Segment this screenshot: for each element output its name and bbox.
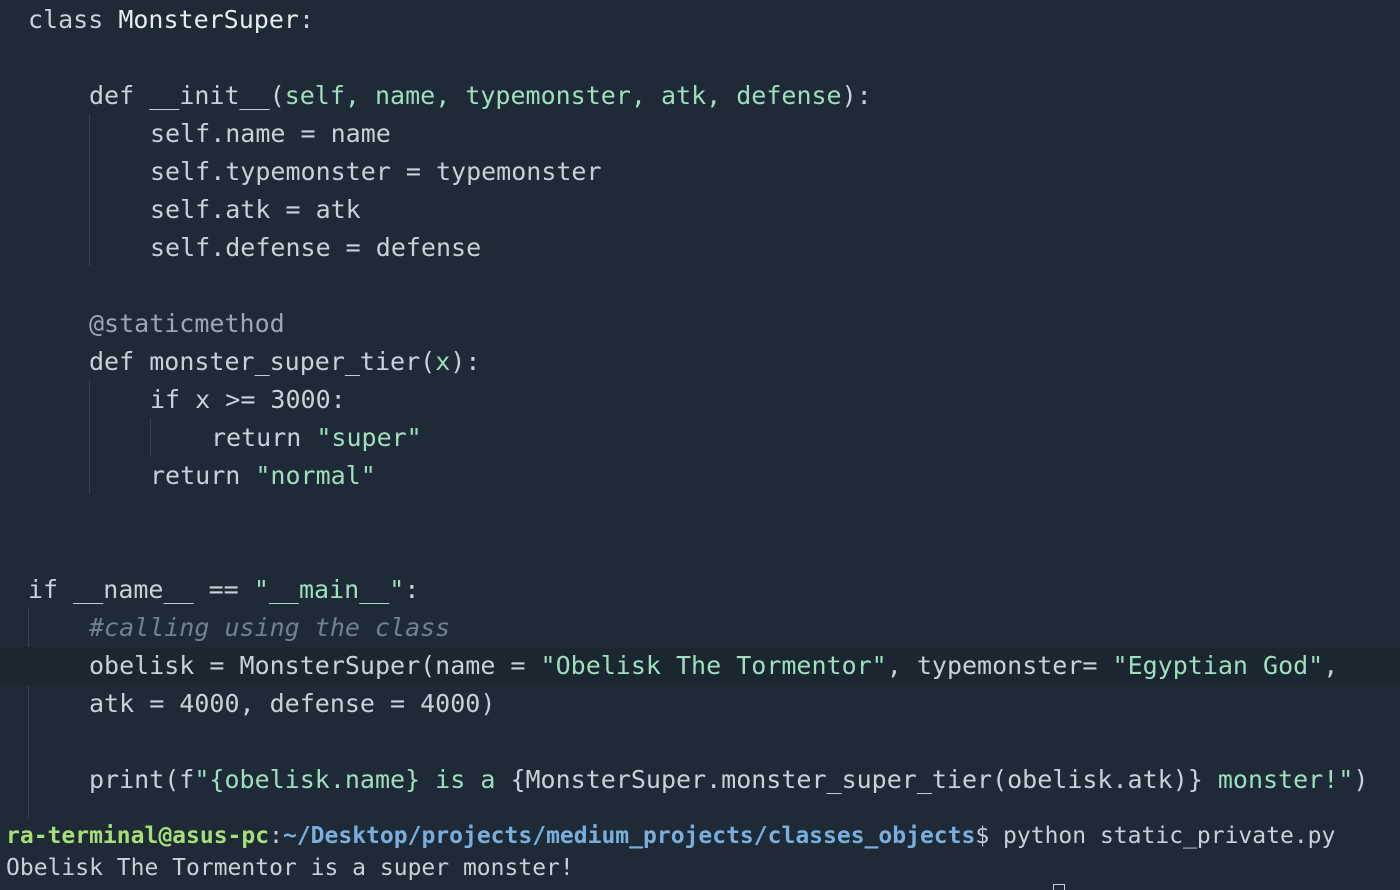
code-line-4: self.typemonster = typemonster xyxy=(150,157,602,186)
prompt-dollar: $ xyxy=(975,823,990,849)
code-line-16: print(f"{obelisk.name} is a {MonsterSupe… xyxy=(89,761,1368,799)
punctuation: : xyxy=(404,575,420,604)
string: monster!" xyxy=(1202,765,1354,794)
code-line-12: if __name__ == "__main__": xyxy=(28,571,419,609)
class-name: MonsterSuper xyxy=(118,5,299,34)
code-editor[interactable]: class MonsterSuper: def __init__(self, n… xyxy=(0,0,1400,818)
terminal-panel[interactable]: ra-terminal@asus-pc:~/Desktop/projects/m… xyxy=(0,818,1400,890)
indent-guide xyxy=(89,114,90,266)
parameters: self, name, typemonster, atk, defense xyxy=(284,81,842,110)
keyword: return xyxy=(150,461,241,490)
punctuation: ): xyxy=(450,347,481,376)
keyword: class xyxy=(28,5,104,34)
punctuation: , xyxy=(1323,651,1339,680)
string: "super" xyxy=(316,423,422,452)
code-line-6: self.defense = defense xyxy=(150,233,482,262)
string: "{obelisk.name} is a xyxy=(194,765,511,794)
prompt-separator: : xyxy=(269,823,283,849)
punctuation: ) xyxy=(1353,765,1369,794)
code-text: {MonsterSuper.monster_super_tier(obelisk… xyxy=(510,765,1203,794)
punctuation: ): xyxy=(841,81,872,110)
code-line-14-current[interactable]: obelisk = MonsterSuper(name = "Obelisk T… xyxy=(0,647,1400,685)
terminal-prompt-line: ra-terminal@asus-pc:~/Desktop/projects/m… xyxy=(6,820,1335,852)
code-line-9: if x >= 3000: xyxy=(150,381,346,419)
code-line-10: return "super" xyxy=(211,419,422,457)
code-line-5: self.atk = atk xyxy=(150,195,361,224)
string: "__main__" xyxy=(253,575,405,604)
indent-guide xyxy=(28,608,29,818)
code-text: obelisk = MonsterSuper(name = xyxy=(89,651,541,680)
string: "Obelisk The Tormentor" xyxy=(540,651,887,680)
prompt-user: ra-terminal@asus-pc xyxy=(6,823,270,849)
code-line-2: def __init__(self, name, typemonster, at… xyxy=(89,77,872,115)
terminal-output-line: Obelisk The Tormentor is a super monster… xyxy=(6,855,574,881)
code-line-13: #calling using the class xyxy=(89,613,451,642)
string: "Egyptian God" xyxy=(1112,651,1324,680)
indent-guide xyxy=(89,380,90,494)
expression: __name__ == xyxy=(73,575,239,604)
code-text: , typemonster= xyxy=(886,651,1113,680)
punctuation: ( xyxy=(269,81,285,110)
code-line-1: class MonsterSuper: xyxy=(28,1,314,39)
terminal-command: python static_private.py xyxy=(989,823,1336,849)
indent-guide xyxy=(150,418,151,456)
string: "normal" xyxy=(255,461,376,490)
code-line-3: self.name = name xyxy=(150,119,391,148)
function-name: __init__ xyxy=(149,81,270,110)
code-text: print(f xyxy=(89,765,195,794)
code-line-11: return "normal" xyxy=(150,457,376,495)
keyword: return xyxy=(211,423,302,452)
prompt-path: ~/Desktop/projects/medium_projects/class… xyxy=(282,823,976,849)
code-line-8: def monster_super_tier(x): xyxy=(89,343,480,381)
expression: x >= 3000: xyxy=(195,385,346,414)
punctuation: ( xyxy=(420,347,436,376)
code-line-7: @staticmethod xyxy=(89,309,285,338)
screen: class MonsterSuper: def __init__(self, n… xyxy=(0,0,1400,890)
keyword: def xyxy=(89,81,135,110)
keyword: if xyxy=(150,385,181,414)
punctuation: : xyxy=(298,5,315,34)
code-line-15: atk = 4000, defense = 4000) xyxy=(89,689,496,718)
terminal-cursor-icon xyxy=(1053,884,1065,890)
keyword: def xyxy=(89,347,135,376)
function-name: monster_super_tier xyxy=(149,347,421,376)
keyword: if xyxy=(28,575,59,604)
parameter: x xyxy=(435,347,451,376)
